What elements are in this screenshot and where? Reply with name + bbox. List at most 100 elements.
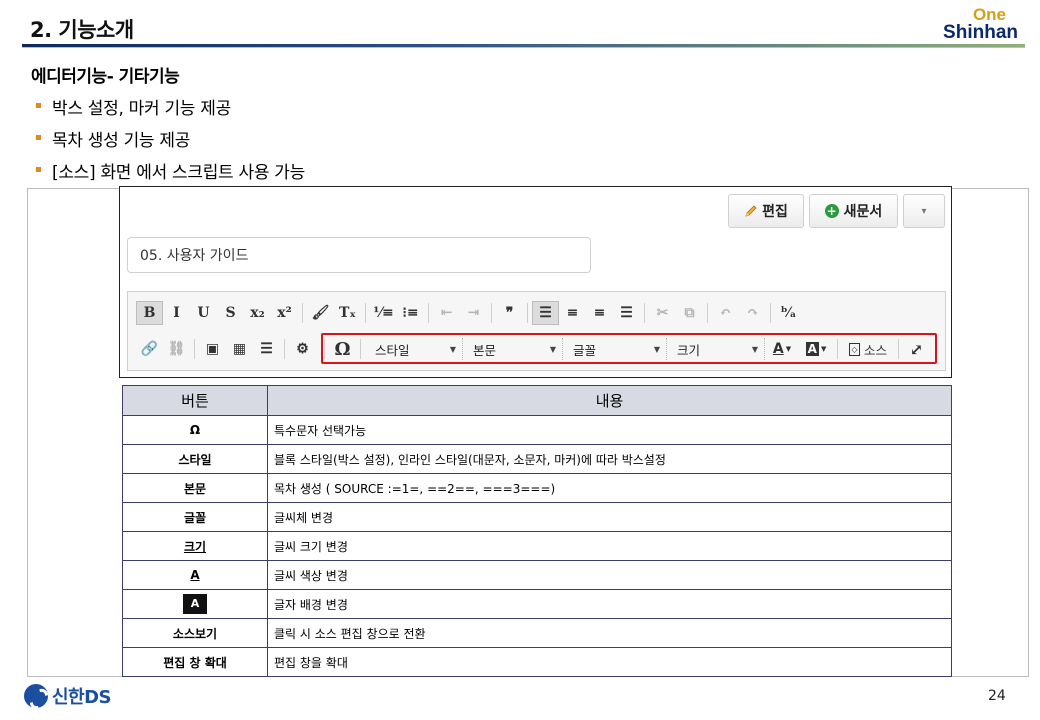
format-combo[interactable]: 본문 ▼	[463, 338, 563, 360]
undo-button[interactable]: ↶	[712, 301, 739, 325]
shinhan-ds-logo: 신한DS	[24, 682, 112, 710]
style-combo[interactable]: 스타일 ▼	[365, 338, 463, 360]
align-center-button[interactable]: ≡	[559, 301, 586, 325]
align-justify-button[interactable]: ☰	[613, 301, 640, 325]
subscript-button[interactable]: x₂	[244, 301, 271, 325]
bold-button[interactable]: B	[136, 301, 163, 325]
company-name: 신한DS	[52, 687, 112, 708]
text-color-icon: A	[772, 341, 784, 357]
cell-button: 본문	[122, 473, 268, 503]
link-button[interactable]: 🔗	[136, 337, 163, 361]
underline-button[interactable]: U	[190, 301, 217, 325]
cell-description: 목차 생성 ( SOURCE :=1=, ==2==, ===3===)	[267, 473, 952, 503]
find-replace-button[interactable]: ᵇ⁄ₐ	[775, 301, 802, 325]
superscript-button[interactable]: x²	[271, 301, 298, 325]
cell-button: Ω	[122, 415, 268, 445]
cell-button: 편집 창 확대	[122, 647, 268, 677]
text-color-button[interactable]: A ▼	[765, 337, 799, 361]
settings-button[interactable]: ⚙	[289, 337, 316, 361]
special-char-button[interactable]: Ω	[329, 337, 356, 361]
cell-button-label: 편집 창 확대	[163, 655, 227, 670]
cell-description: 클릭 시 소스 편집 창으로 전환	[267, 618, 952, 648]
chevron-down-icon: ▼	[820, 345, 827, 353]
font-combo[interactable]: 글꼴 ▼	[563, 338, 667, 360]
cell-button-label: Ω	[189, 423, 201, 437]
italic-button[interactable]: I	[163, 301, 190, 325]
table-row: Ω 특수문자 선택가능	[122, 415, 952, 445]
toolbar-row-2-left: 🔗 ⛓ ▣ ▦ ☰ ⚙	[136, 337, 316, 361]
toolbar-separator	[284, 339, 285, 359]
bullet-item: 박스 설정, 마커 기능 제공	[36, 94, 305, 126]
indent-button[interactable]: ⇥	[460, 301, 487, 325]
cut-button[interactable]: ✂	[649, 301, 676, 325]
header-description: 내용	[267, 385, 952, 416]
editor-toolbar: B I U Sx₂ x² 🖌 Tₓ ⅟≡ ⁝≡ ⇤ ⇥ ❞ ☰ ≡ ≡ ☰ ✂ ⧉ ↶ ↷ ᵇ⁄ₐ 🔗 ⛓ ▣ ▦ ☰ ⚙ Ω 스…	[127, 291, 946, 371]
toolbar-separator	[707, 303, 708, 323]
cell-description: 블록 스타일(박스 설정), 인라인 스타일(대문자, 소문자, 마커)에 따라…	[267, 444, 952, 474]
cell-description: 글씨체 변경	[267, 502, 952, 532]
toolbar-separator	[898, 339, 899, 359]
document-title-input[interactable]	[127, 237, 591, 273]
strike-button[interactable]: S	[217, 301, 244, 325]
unlink-button[interactable]: ⛓	[163, 337, 190, 361]
table-row: 편집 창 확대 편집 창을 확대	[122, 647, 952, 677]
pencil-icon	[744, 204, 758, 218]
redo-button[interactable]: ↷	[739, 301, 766, 325]
size-combo-label: 크기	[677, 342, 701, 358]
blockquote-button[interactable]: ❞	[496, 301, 523, 325]
bullet-marker	[36, 135, 41, 140]
new-document-button[interactable]: + 새문서	[809, 194, 898, 228]
cell-description: 글자 배경 변경	[267, 589, 952, 619]
section-title: 에디터기능- 기타기능	[31, 67, 180, 87]
style-combo-label: 스타일	[375, 342, 410, 358]
toolbar-row-1: B I U Sx₂ x² 🖌 Tₓ ⅟≡ ⁝≡ ⇤ ⇥ ❞ ☰ ≡ ≡ ☰ ✂ ⧉ ↶ ↷ ᵇ⁄ₐ	[136, 300, 802, 326]
image-button[interactable]: ▣	[199, 337, 226, 361]
edit-button[interactable]: 편집	[728, 194, 804, 228]
bullet-text: 목차 생성 기능 제공	[52, 131, 191, 151]
font-combo-label: 글꼴	[573, 342, 597, 358]
bullet-marker	[36, 103, 41, 108]
bg-color-button[interactable]: A ▼	[799, 337, 833, 361]
bullet-text: [소스] 화면 에서 스크립트 사용 가능	[52, 163, 305, 183]
outdent-button[interactable]: ⇤	[433, 301, 460, 325]
table-row: A 글자 배경 변경	[122, 589, 952, 619]
horizontal-line-button[interactable]: ☰	[253, 337, 280, 361]
format-painter-button[interactable]: 🖌	[307, 301, 334, 325]
cell-description: 특수문자 선택가능	[267, 415, 952, 445]
toolbar-separator	[194, 339, 195, 359]
new-document-label: 새문서	[843, 204, 883, 220]
cell-button-label: 본문	[183, 481, 207, 496]
edit-button-label: 편집	[762, 204, 788, 220]
cell-button-label: 스타일	[178, 452, 212, 467]
cell-button: A	[122, 560, 268, 590]
logo-shinhan-text: Shinhan	[943, 22, 1018, 43]
clear-format-button[interactable]: Tₓ	[334, 301, 361, 325]
table-row: A 글씨 색상 변경	[122, 560, 952, 590]
table-row: 스타일 블록 스타일(박스 설정), 인라인 스타일(대문자, 소문자, 마커)에…	[122, 444, 952, 474]
align-left-button[interactable]: ☰	[532, 301, 559, 325]
shinhan-emblem-icon	[24, 684, 48, 708]
maximize-button[interactable]: ⤢	[903, 337, 930, 361]
header-rule-thin	[22, 47, 1025, 48]
toolbar-separator	[365, 303, 366, 323]
chevron-down-icon: ▼	[449, 344, 456, 354]
copy-button[interactable]: ⧉	[676, 301, 703, 325]
table-button[interactable]: ▦	[226, 337, 253, 361]
size-combo[interactable]: 크기 ▼	[667, 338, 765, 360]
page-title: 2. 기능소개	[30, 18, 134, 42]
cell-button-label: A	[183, 594, 207, 614]
align-right-button[interactable]: ≡	[586, 301, 613, 325]
toolbar-separator	[837, 339, 838, 359]
bulleted-list-button[interactable]: ⁝≡	[397, 301, 424, 325]
chevron-down-icon: ▼	[549, 344, 556, 354]
more-dropdown-button[interactable]: ▾	[903, 194, 945, 228]
toolbar-separator	[360, 339, 361, 359]
source-button[interactable]: ◇ 소스	[842, 337, 894, 361]
cell-button-label: 글꼴	[183, 510, 207, 525]
source-button-label: 소스	[863, 342, 887, 358]
toolbar-row-2: 🔗 ⛓ ▣ ▦ ☰ ⚙ Ω 스타일 ▼ 본문 ▼ 글꼴 ▼ 크기 ▼ A ▼ A ▼ ◇ 소스 ⤢	[136, 336, 930, 362]
logo-one-text: One	[972, 5, 1006, 24]
table-row: 소스보기 클릭 시 소스 편집 창으로 전환	[122, 618, 952, 648]
cell-button: A	[122, 589, 268, 619]
numbered-list-button[interactable]: ⅟≡	[370, 301, 397, 325]
